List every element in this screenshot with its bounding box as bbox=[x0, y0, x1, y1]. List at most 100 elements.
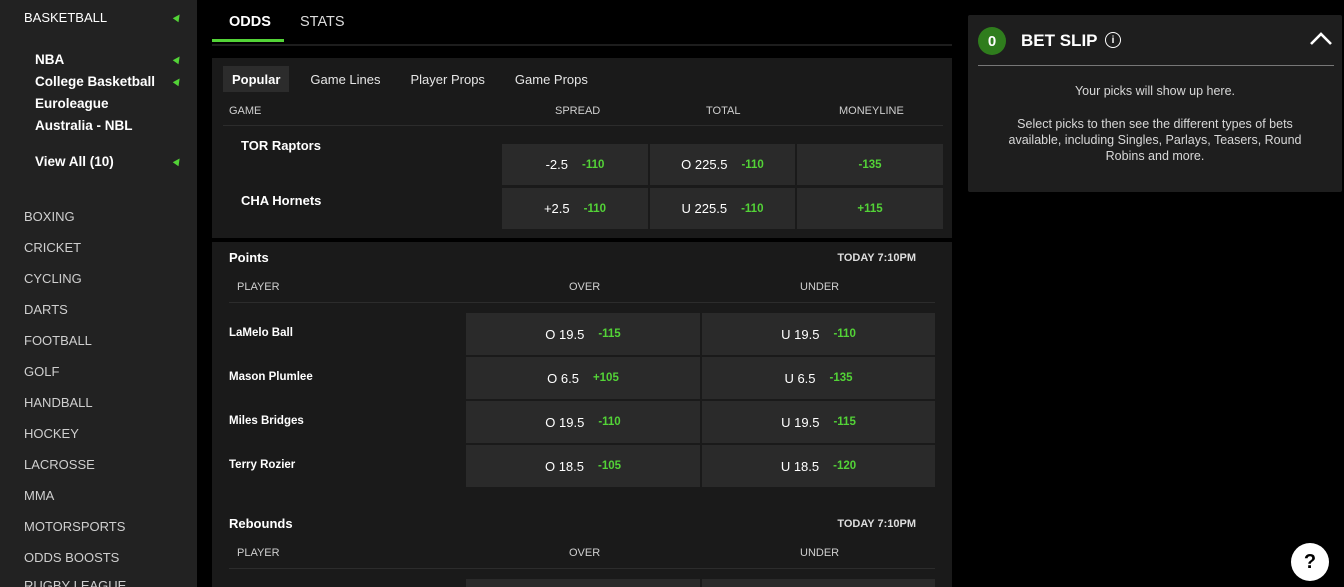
sidebar-item-label: GOLF bbox=[24, 363, 60, 379]
pin-icon[interactable]: ▲ bbox=[169, 50, 187, 68]
header-under: UNDER bbox=[800, 547, 840, 559]
section-title: Points bbox=[229, 250, 269, 265]
sidebar-item-label: FOOTBALL bbox=[24, 332, 92, 348]
line-value: -2.5 bbox=[545, 157, 568, 172]
sidebar-item-label: Australia - NBL bbox=[35, 117, 133, 133]
under-cell[interactable]: U 6.5 -135 bbox=[702, 357, 935, 399]
section-title: Rebounds bbox=[229, 516, 293, 531]
pin-icon[interactable]: ▲ bbox=[169, 152, 187, 170]
over-cell[interactable]: O 19.5 -110 bbox=[466, 401, 700, 443]
sidebar-item-label: College Basketball bbox=[35, 73, 156, 89]
divider bbox=[978, 65, 1334, 66]
sidebar-item-golf[interactable]: GOLF bbox=[24, 362, 184, 380]
sidebar-item-darts[interactable]: DARTS bbox=[24, 300, 184, 318]
subtab-game-props[interactable]: Game Props bbox=[506, 66, 597, 92]
over-cell[interactable]: O 18.5 -105 bbox=[466, 445, 700, 487]
sidebar-item-mma[interactable]: MMA bbox=[24, 486, 184, 504]
sidebar-item-odds-boosts[interactable]: ODDS BOOSTS bbox=[24, 548, 184, 566]
chevron-up-icon[interactable] bbox=[1309, 27, 1333, 51]
subtab-player-props[interactable]: Player Props bbox=[402, 66, 494, 92]
info-icon[interactable]: i bbox=[1105, 32, 1121, 48]
team-name: CHA Hornets bbox=[241, 193, 322, 208]
odds-value: -110 bbox=[833, 328, 856, 340]
subtab-game-lines[interactable]: Game Lines bbox=[301, 66, 389, 92]
under-cell[interactable]: U 19.5 -110 bbox=[702, 313, 935, 355]
sidebar-item-handball[interactable]: HANDBALL bbox=[24, 393, 184, 411]
main-tabs: ODDS STATS bbox=[212, 0, 952, 46]
sidebar-item-label: MMA bbox=[24, 487, 55, 503]
pin-icon[interactable]: ▲ bbox=[169, 8, 187, 26]
sidebar-item-label: CYCLING bbox=[24, 270, 82, 286]
sidebar-item-label: MOTORSPORTS bbox=[24, 518, 126, 534]
sidebar-item-basketball[interactable]: BASKETBALL ▲ bbox=[24, 8, 187, 26]
player-name: Miles Bridges bbox=[229, 415, 304, 427]
sidebar-item-hockey[interactable]: HOCKEY bbox=[24, 424, 184, 442]
sidebar-item-label: CRICKET bbox=[24, 239, 82, 255]
odds-value: -135 bbox=[829, 372, 853, 384]
line-value: O 19.5 bbox=[545, 414, 585, 430]
over-cell[interactable]: O 19.5 -115 bbox=[466, 313, 700, 355]
line-value: O 225.5 bbox=[681, 157, 728, 172]
subtab-popular[interactable]: Popular bbox=[223, 66, 290, 92]
sidebar-item-label: Euroleague bbox=[35, 95, 109, 111]
total-cell[interactable]: O 225.5 -110 bbox=[650, 144, 795, 185]
header-spread: SPREAD bbox=[555, 105, 601, 117]
spread-cell[interactable]: -2.5 -110 bbox=[502, 144, 648, 185]
total-cell[interactable]: U 225.5 -110 bbox=[650, 188, 795, 229]
sidebar-item-boxing[interactable]: BOXING bbox=[24, 207, 184, 225]
odds-value: -120 bbox=[833, 460, 857, 472]
spread-cell[interactable]: +2.5 -110 bbox=[502, 188, 648, 229]
bet-slip: 0 BET SLIP i Your picks will show up her… bbox=[968, 15, 1342, 192]
tab-odds[interactable]: ODDS bbox=[212, 14, 284, 42]
sidebar-item-label: HOCKEY bbox=[24, 425, 79, 441]
line-value: O 6.5 bbox=[547, 370, 579, 386]
pin-icon[interactable]: ▲ bbox=[169, 72, 187, 90]
odds-value: -110 bbox=[583, 202, 607, 215]
sidebar-item-lacrosse[interactable]: LACROSSE bbox=[24, 455, 184, 473]
sidebar-item-cricket[interactable]: CRICKET bbox=[24, 238, 184, 256]
sidebar-item-nba[interactable]: NBA ▲ bbox=[35, 49, 187, 69]
header-total: TOTAL bbox=[706, 105, 741, 117]
subtab-bar: Popular Game Lines Player Props Game Pro… bbox=[223, 66, 597, 92]
line-value: U 225.5 bbox=[681, 201, 728, 216]
sidebar-item-motorsports[interactable]: MOTORSPORTS bbox=[24, 517, 184, 535]
sidebar-item-rugby-league[interactable]: RUGBY LEAGUE bbox=[24, 576, 184, 587]
section-time: TODAY 7:10PM bbox=[837, 518, 916, 530]
sidebar-item-label: DARTS bbox=[24, 301, 68, 317]
over-cell[interactable] bbox=[466, 579, 700, 587]
under-cell[interactable]: U 19.5 -115 bbox=[702, 401, 935, 443]
over-cell[interactable]: O 6.5 +105 bbox=[466, 357, 700, 399]
under-cell[interactable] bbox=[702, 579, 935, 587]
header-over: OVER bbox=[569, 281, 601, 293]
odds-value: -115 bbox=[833, 416, 856, 428]
sidebar-item-label: HANDBALL bbox=[24, 394, 93, 410]
header-moneyline: MONEYLINE bbox=[839, 105, 904, 117]
main-content: ODDS STATS Popular Game Lines Player Pro… bbox=[212, 0, 952, 587]
sidebar-item-cycling[interactable]: CYCLING bbox=[24, 269, 184, 287]
sidebar-item-college-basketball[interactable]: College Basketball ▲ bbox=[35, 71, 187, 91]
line-value: U 19.5 bbox=[781, 414, 820, 430]
tab-stats[interactable]: STATS bbox=[300, 14, 345, 40]
sidebar-item-australia-nbl[interactable]: Australia - NBL bbox=[35, 115, 184, 135]
sidebar-item-label: View All (10) bbox=[35, 153, 114, 169]
sidebar: BASKETBALL ▲ NBA ▲ College Basketball ▲ … bbox=[0, 0, 197, 587]
bet-slip-description: Select picks to then see the different t… bbox=[1008, 117, 1302, 163]
player-name: Terry Rozier bbox=[229, 459, 296, 471]
odds-value: -105 bbox=[598, 460, 622, 472]
sidebar-item-euroleague[interactable]: Euroleague bbox=[35, 93, 184, 113]
line-value: U 19.5 bbox=[781, 326, 820, 342]
header-player: PLAYER bbox=[237, 547, 280, 559]
moneyline-cell[interactable]: +115 bbox=[797, 188, 943, 229]
help-button[interactable]: ? bbox=[1291, 543, 1329, 581]
sidebar-item-view-all[interactable]: View All (10) ▲ bbox=[35, 151, 187, 171]
odds-value: -110 bbox=[741, 202, 764, 215]
line-value: U 6.5 bbox=[784, 370, 816, 386]
divider bbox=[229, 568, 935, 569]
player-name: LaMelo Ball bbox=[229, 327, 293, 339]
game-lines-panel: Popular Game Lines Player Props Game Pro… bbox=[212, 58, 952, 238]
under-cell[interactable]: U 18.5 -120 bbox=[702, 445, 935, 487]
moneyline-cell[interactable]: -135 bbox=[797, 144, 943, 185]
sidebar-item-football[interactable]: FOOTBALL bbox=[24, 331, 184, 349]
sidebar-item-label: BOXING bbox=[24, 208, 75, 224]
sidebar-item-label: RUGBY LEAGUE bbox=[24, 577, 127, 587]
